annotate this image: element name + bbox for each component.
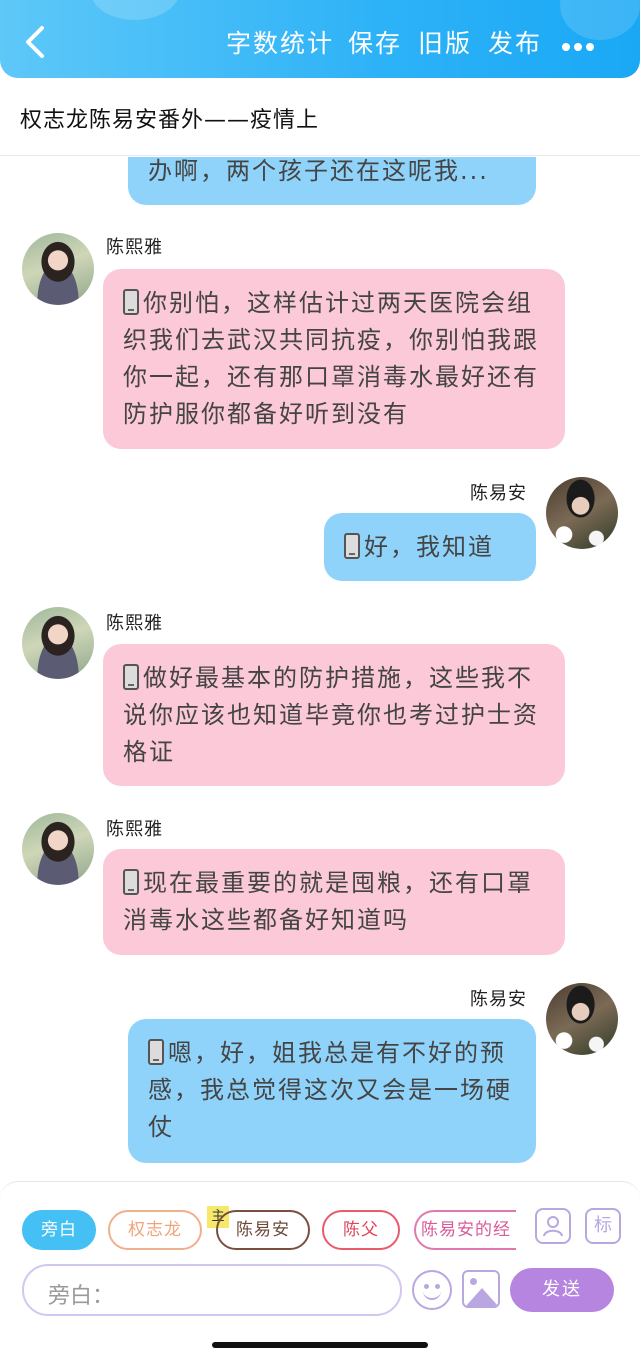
tag-icon[interactable]: 标 <box>585 1208 621 1244</box>
speaker-name: 陈熙雅 <box>106 237 163 258</box>
role-chip-narrator[interactable]: 旁白 <box>22 1210 96 1250</box>
old-version-button[interactable]: 旧版 <box>418 24 472 60</box>
message-bubble[interactable]: 做好最基本的防护措施，这些我不说你应该也知道毕竟你也考过护士资格证 <box>103 644 565 786</box>
composer-panel: 旁白 权志龙 主 陈易安 陈父 陈易安的经 标 旁白： 发送 <box>0 1181 640 1351</box>
story-title-bar: 权志龙陈易安番外——疫情上 <box>0 78 640 156</box>
word-count-button[interactable]: 字数统计 <box>226 24 334 60</box>
message-text: 嗯，好，姐我总是有不好的预感，我总觉得这次又会是一场硬仗 <box>148 1039 512 1141</box>
publish-button[interactable]: 发布 <box>488 24 542 60</box>
role-chip[interactable]: 权志龙 <box>108 1210 202 1250</box>
avatar[interactable] <box>22 607 94 679</box>
phone-icon <box>344 533 360 559</box>
message-bubble[interactable]: 你别怕，这样估计过两天医院会组织我们去武汉共同抗疫，你别怕我跟你一起，还有那口罩… <box>103 269 565 449</box>
role-chip[interactable]: 陈父 <box>322 1210 400 1250</box>
avatar[interactable] <box>546 477 618 549</box>
phone-icon <box>123 869 139 895</box>
avatar[interactable] <box>22 813 94 885</box>
speaker-name: 陈易安 <box>470 483 527 504</box>
back-button[interactable] <box>18 22 52 62</box>
header-decoration <box>560 0 640 40</box>
message-text: 办啊，两个孩子还在这呢我... <box>148 157 489 185</box>
message-bubble[interactable]: 好，我知道 <box>324 513 536 581</box>
send-button[interactable]: 发送 <box>510 1268 614 1312</box>
message-text: 做好最基本的防护措施，这些我不说你应该也知道毕竟你也考过护士资格证 <box>123 664 539 766</box>
message-bubble[interactable]: 现在最重要的就是囤粮，还有口罩消毒水这些都备好知道吗 <box>103 849 565 955</box>
header-decoration <box>90 0 180 20</box>
message-bubble[interactable]: 嗯，好，姐我总是有不好的预感，我总觉得这次又会是一场硬仗 <box>128 1019 536 1163</box>
home-indicator <box>212 1342 428 1348</box>
role-chip[interactable]: 陈易安的经 <box>414 1210 516 1250</box>
story-title: 权志龙陈易安番外——疫情上 <box>20 108 320 133</box>
phone-icon <box>123 289 139 315</box>
phone-icon <box>123 664 139 690</box>
speaker-name: 陈易安 <box>470 989 527 1010</box>
role-chip[interactable]: 陈易安 <box>216 1210 310 1250</box>
chevron-left-icon <box>26 26 44 58</box>
save-button[interactable]: 保存 <box>348 24 402 60</box>
phone-icon <box>148 1039 164 1065</box>
speaker-name: 陈熙雅 <box>106 613 163 634</box>
person-card-icon[interactable] <box>535 1208 571 1244</box>
message-text: 好，我知道 <box>364 533 494 561</box>
message-text: 现在最重要的就是囤粮，还有口罩消毒水这些都备好知道吗 <box>123 869 533 934</box>
emoji-icon[interactable] <box>412 1270 452 1310</box>
message-bubble[interactable]: 办啊，两个孩子还在这呢我... <box>128 157 536 205</box>
dialogue-input[interactable]: 旁白： <box>22 1264 402 1316</box>
avatar[interactable] <box>22 233 94 305</box>
message-text: 你别怕，这样估计过两天医院会组织我们去武汉共同抗疫，你别怕我跟你一起，还有那口罩… <box>123 289 539 428</box>
more-dots-icon[interactable] <box>562 36 602 51</box>
chat-area[interactable]: 办啊，两个孩子还在这呢我... 陈熙雅 你别怕，这样估计过两天医院会组织我们去武… <box>0 157 640 1181</box>
image-icon[interactable] <box>462 1270 500 1308</box>
speaker-name: 陈熙雅 <box>106 819 163 840</box>
avatar[interactable] <box>546 983 618 1055</box>
top-nav-bar: 字数统计 保存 旧版 发布 <box>0 0 640 78</box>
